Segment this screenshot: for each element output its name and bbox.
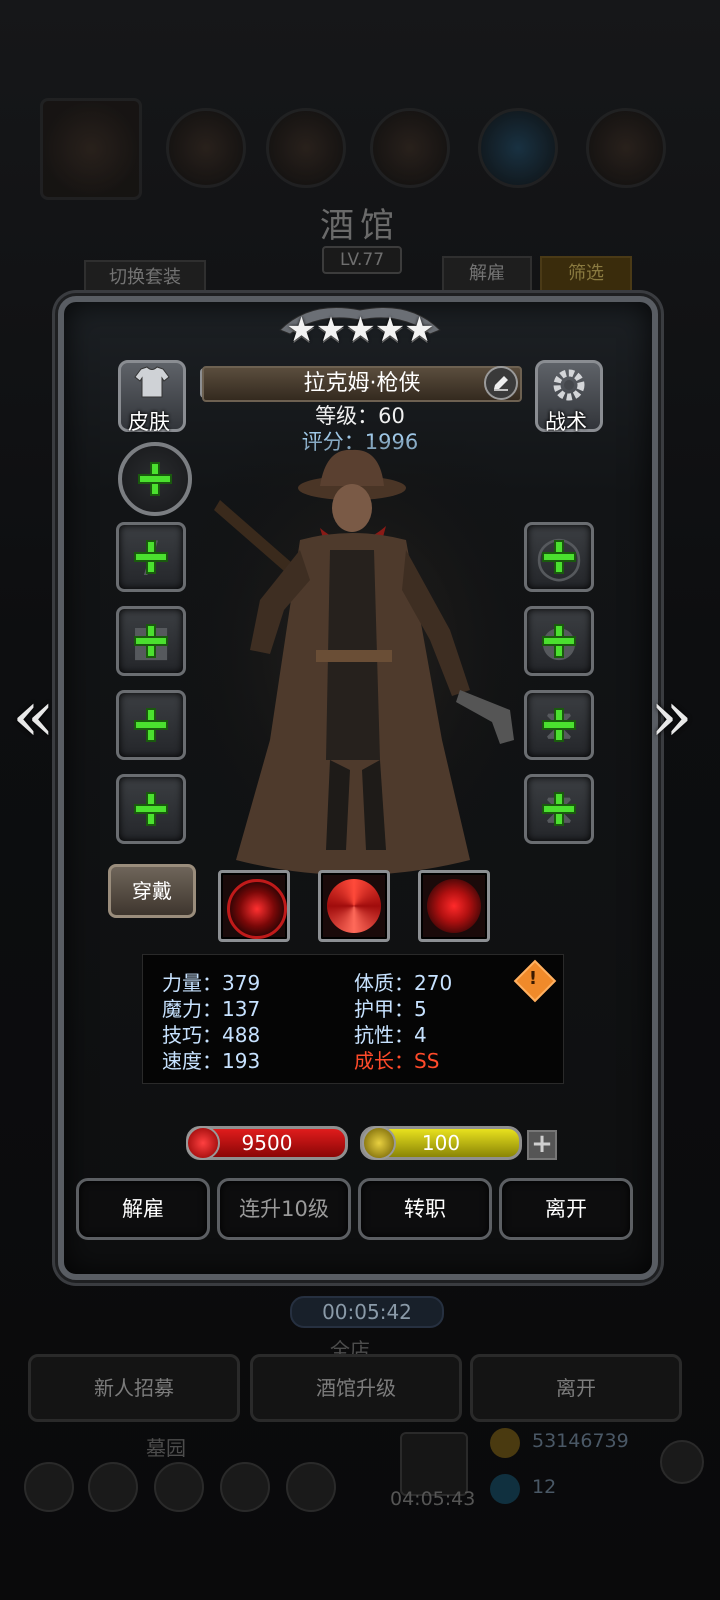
bottom-nav-icon-4[interactable]	[220, 1462, 270, 1512]
level-up-10-button[interactable]: 连升10级	[217, 1178, 351, 1240]
menu-icon-3	[370, 108, 450, 188]
stat-skill: 技巧：488	[162, 1023, 261, 1047]
gear-icon	[553, 369, 585, 401]
gold-amount: 53146739	[532, 1430, 629, 1452]
bottom-nav-icon-2[interactable]	[88, 1462, 138, 1512]
hero-name: 拉克姆·枪侠	[303, 371, 421, 396]
relic-slot-1[interactable]: ⧗	[524, 690, 594, 760]
bottom-right-plus-icon[interactable]	[660, 1440, 704, 1484]
weapon-slot[interactable]: /	[116, 522, 186, 592]
stat-armor: 护甲：5	[354, 997, 427, 1021]
hero-star-rating: ★★★★★	[286, 310, 434, 350]
dismiss-button[interactable]: 解雇	[76, 1178, 210, 1240]
graveyard-label: 墓园	[146, 1436, 186, 1460]
next-hero-arrow-icon[interactable]: »	[650, 676, 693, 756]
skill-slot-3[interactable]	[418, 870, 490, 942]
bottom-nav-icon-1[interactable]	[24, 1462, 74, 1512]
bottom-nav-icon-5[interactable]	[286, 1462, 336, 1512]
crosshair-skill-icon	[227, 879, 287, 939]
add-plus-icon	[134, 624, 168, 658]
gem-icon	[490, 1474, 520, 1504]
energy-value: 100	[421, 1131, 461, 1155]
gift-box-icon[interactable]	[400, 1432, 468, 1496]
stats-right-column: 体质：270 护甲：5 抗性：4 成长：SS	[354, 970, 452, 1074]
menu-icon-5	[586, 108, 666, 188]
menu-icon-1	[166, 108, 246, 188]
stat-speed: 速度：193	[162, 1049, 261, 1073]
stat-growth: 成长：SS	[354, 1049, 440, 1073]
add-plus-icon	[542, 624, 576, 658]
new-recruit-button[interactable]: 新人招募	[28, 1354, 240, 1422]
hero-portrait-icon	[40, 98, 142, 200]
add-plus-icon	[134, 708, 168, 742]
filter-button[interactable]: 筛选	[540, 256, 632, 292]
leave-button[interactable]: 离开	[499, 1178, 633, 1240]
add-plus-icon	[134, 792, 168, 826]
hero-character-art	[180, 440, 540, 900]
tavern-upgrade-button[interactable]: 酒馆升级	[250, 1354, 462, 1422]
add-plus-icon	[542, 708, 576, 742]
gem-amount: 12	[532, 1476, 557, 1498]
stat-resistance: 抗性：4	[354, 1023, 427, 1047]
switch-outfit-button[interactable]: 切换套装	[84, 260, 206, 296]
stat-strength: 力量：379	[162, 971, 261, 995]
ring-slot[interactable]: ◯	[524, 522, 594, 592]
skin-label: 皮肤	[128, 410, 170, 434]
hero-name-bar: 拉克姆·枪侠	[202, 366, 522, 402]
heart-icon	[186, 1126, 220, 1160]
bottom-nav-icon-3[interactable]	[154, 1462, 204, 1512]
equip-slot-3[interactable]	[116, 690, 186, 760]
tavern-level-badge: LV.77	[322, 246, 402, 274]
skill-slot-1[interactable]	[218, 870, 290, 942]
target-skill-icon	[427, 879, 481, 933]
swirl-skill-icon	[327, 879, 381, 933]
warning-exclamation: !	[528, 968, 538, 989]
skill-slot-2[interactable]	[318, 870, 390, 942]
tactics-label: 战术	[545, 410, 587, 434]
shirt-icon	[134, 366, 170, 398]
add-plus-icon	[542, 540, 576, 574]
hp-value: 9500	[241, 1131, 293, 1155]
lightning-icon	[362, 1126, 396, 1160]
stat-constitution: 体质：270	[354, 971, 453, 995]
change-job-button[interactable]: 转职	[358, 1178, 492, 1240]
menu-icon-2	[266, 108, 346, 188]
prev-hero-arrow-icon[interactable]: «	[12, 676, 55, 756]
tavern-title: 酒馆	[320, 206, 400, 246]
add-energy-button[interactable]: +	[527, 1130, 557, 1160]
equip-slot-4[interactable]	[116, 774, 186, 844]
armor-slot[interactable]: ■	[116, 606, 186, 676]
menu-icon-4	[478, 108, 558, 188]
bg-dismiss-button[interactable]: 解雇	[442, 256, 532, 292]
add-plus-icon	[542, 792, 576, 826]
relic-slot-2[interactable]: ⧗	[524, 774, 594, 844]
amulet-slot[interactable]: ●	[524, 606, 594, 676]
bg-leave-button[interactable]: 离开	[470, 1354, 682, 1422]
add-plus-icon	[138, 462, 172, 496]
stat-magic: 魔力：137	[162, 997, 261, 1021]
wear-button[interactable]: 穿戴	[108, 864, 196, 918]
gold-coin-icon	[490, 1428, 520, 1458]
stats-left-column: 力量：379 魔力：137 技巧：488 速度：193	[162, 970, 260, 1074]
recruit-timer: 00:05:42	[290, 1296, 444, 1328]
add-plus-icon	[134, 540, 168, 574]
gift-timer: 04:05:43	[390, 1488, 476, 1510]
edit-name-icon[interactable]	[484, 366, 518, 400]
